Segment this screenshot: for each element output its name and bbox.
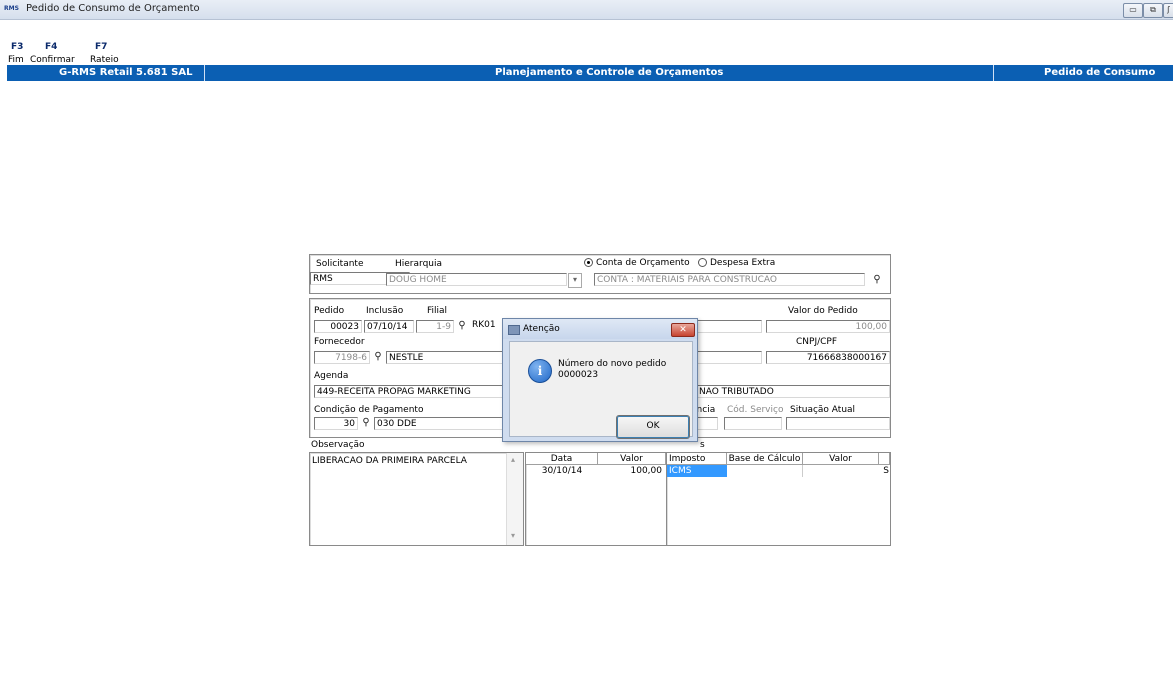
cod-servico-input[interactable] bbox=[724, 417, 782, 430]
filial-search-icon[interactable]: ⚲ bbox=[455, 319, 469, 332]
filial-name: RK01 bbox=[472, 320, 496, 330]
dialog-message-line2: 0000023 bbox=[558, 370, 599, 380]
hierarquia-label: Hierarquia bbox=[395, 259, 442, 269]
agenda-input[interactable]: 449-RECEITA PROPAG MARKETING bbox=[314, 385, 506, 398]
observacao-label: Observação bbox=[311, 440, 365, 450]
cnpj-input[interactable]: 71666838000167 bbox=[766, 351, 890, 364]
rateio-button[interactable]: Rateio bbox=[90, 55, 119, 65]
valor-pedido-input[interactable]: 100,00 bbox=[766, 320, 890, 333]
minimize-button[interactable]: ▭ bbox=[1123, 3, 1143, 18]
dialog-title: Atenção bbox=[523, 324, 560, 334]
dialog-title-bar[interactable]: Atenção ✕ bbox=[503, 319, 697, 339]
banner-version: G-RMS Retail 5.681 SAL bbox=[59, 67, 193, 78]
table-cell-extra[interactable]: S bbox=[879, 465, 889, 477]
table-cell-valor[interactable]: 100,00 bbox=[598, 465, 664, 477]
table-cell-data[interactable]: 30/10/14 bbox=[526, 465, 598, 477]
dialog-app-icon bbox=[508, 325, 520, 335]
app-logo-icon: RMS bbox=[4, 5, 19, 12]
impostos-label-fragment: s bbox=[700, 440, 705, 450]
restore-icon: ⧉ bbox=[1150, 5, 1156, 14]
hierarquia-dropdown-icon[interactable]: ▾ bbox=[568, 273, 582, 288]
table-cell-base[interactable] bbox=[727, 465, 803, 477]
radio-despesa-extra[interactable]: Despesa Extra bbox=[698, 258, 775, 268]
info-icon: i bbox=[528, 359, 552, 383]
f4-key[interactable]: F4 bbox=[45, 42, 57, 52]
col-header-valor-imposto[interactable]: Valor bbox=[803, 453, 879, 465]
inclusao-label: Inclusão bbox=[366, 306, 404, 316]
filial-code-input[interactable]: 1-9 bbox=[416, 320, 454, 333]
minimize-icon: ▭ bbox=[1129, 5, 1137, 14]
impostos-grid[interactable]: Imposto Base de Cálculo Valor ICMS S bbox=[666, 452, 891, 546]
scroll-up-icon[interactable]: ▴ bbox=[511, 455, 515, 464]
filial-label: Filial bbox=[427, 306, 448, 316]
condicao-search-icon[interactable]: ⚲ bbox=[359, 416, 373, 429]
window-title: Pedido de Consumo de Orçamento bbox=[26, 3, 200, 14]
observacao-scrollbar[interactable]: ▴ ▾ bbox=[506, 453, 523, 545]
banner-module: Planejamento e Controle de Orçamentos bbox=[495, 67, 724, 78]
radio-selected-icon bbox=[584, 258, 593, 267]
restore-button[interactable]: ⧉ bbox=[1143, 3, 1163, 18]
inclusao-input[interactable]: 07/10/14 bbox=[364, 320, 414, 333]
dialog-message-line1: Número do novo pedido bbox=[558, 359, 667, 369]
parcelas-grid[interactable]: Data Valor 30/10/14 100,00 bbox=[525, 452, 667, 546]
scroll-down-icon[interactable]: ▾ bbox=[511, 531, 515, 540]
col-header-data[interactable]: Data bbox=[526, 453, 598, 465]
blank-field-2[interactable] bbox=[696, 351, 762, 364]
window-title-bar[interactable]: RMS Pedido de Consumo de Orçamento ▭ ⧉ ʃ bbox=[0, 0, 1173, 20]
fornecedor-code-input[interactable]: 7198-6 bbox=[314, 351, 370, 364]
valor-pedido-label: Valor do Pedido bbox=[788, 306, 858, 316]
agenda-label: Agenda bbox=[314, 371, 349, 381]
pedido-input[interactable]: 00023 bbox=[314, 320, 362, 333]
ok-button[interactable]: OK bbox=[616, 415, 690, 439]
table-cell-valor-imposto[interactable] bbox=[803, 465, 879, 477]
solicitante-label: Solicitante bbox=[316, 259, 364, 269]
close-button[interactable]: ʃ bbox=[1163, 3, 1173, 18]
table-cell-imposto[interactable]: ICMS bbox=[667, 465, 727, 477]
dialog-close-button[interactable]: ✕ bbox=[671, 323, 695, 337]
binoculars-search-icon[interactable]: ⚲ bbox=[870, 273, 884, 286]
fim-button[interactable]: Fim bbox=[8, 55, 24, 65]
tributacao-input[interactable]: NAO TRIBUTADO bbox=[696, 385, 890, 398]
situacao-input[interactable] bbox=[786, 417, 890, 430]
cnpj-label: CNPJ/CPF bbox=[796, 337, 838, 347]
function-key-toolbar: F3 Fim F4 Confirmar F7 Rateio bbox=[0, 20, 300, 65]
request-header-panel: Solicitante RMS Hierarquia DOUG HOME ▾ C… bbox=[309, 254, 891, 294]
blank-field-1[interactable] bbox=[696, 320, 762, 333]
module-banner: G-RMS Retail 5.681 SAL Planejamento e Co… bbox=[7, 65, 1173, 81]
fornecedor-label: Fornecedor bbox=[314, 337, 365, 347]
col-header-base[interactable]: Base de Cálculo bbox=[727, 453, 803, 465]
radio-conta-orcamento[interactable]: Conta de Orçamento bbox=[584, 258, 690, 268]
observacao-text: LIBERACAO DA PRIMEIRA PARCELA bbox=[312, 456, 467, 466]
condicao-label: Condição de Pagamento bbox=[314, 405, 424, 415]
cod-servico-label: Cód. Serviço bbox=[727, 405, 784, 415]
close-icon: ʃ bbox=[1167, 5, 1170, 14]
f3-key[interactable]: F3 bbox=[11, 42, 23, 52]
banner-screen: Pedido de Consumo bbox=[1044, 67, 1156, 78]
situacao-label: Situação Atual bbox=[790, 405, 856, 415]
condicao-input[interactable]: 030 DDE bbox=[374, 417, 506, 430]
fornecedor-search-icon[interactable]: ⚲ bbox=[371, 350, 385, 363]
col-header-imposto[interactable]: Imposto bbox=[667, 453, 727, 465]
pedido-label: Pedido bbox=[314, 306, 345, 316]
confirmar-button[interactable]: Confirmar bbox=[30, 55, 75, 65]
hierarquia-select[interactable]: DOUG HOME bbox=[386, 273, 567, 286]
conta-input[interactable]: CONTA : MATERIAIS PARA CONSTRUCAO bbox=[594, 273, 865, 286]
close-icon: ✕ bbox=[679, 325, 687, 335]
condicao-code-input[interactable]: 30 bbox=[314, 417, 358, 430]
fornecedor-name-input[interactable]: NESTLE bbox=[386, 351, 506, 364]
col-header-valor[interactable]: Valor bbox=[598, 453, 666, 465]
observacao-textarea[interactable]: LIBERACAO DA PRIMEIRA PARCELA ▴ ▾ bbox=[309, 452, 524, 546]
atencao-dialog[interactable]: Atenção ✕ i Número do novo pedido 000002… bbox=[502, 318, 698, 442]
f7-key[interactable]: F7 bbox=[95, 42, 107, 52]
radio-unselected-icon bbox=[698, 258, 707, 267]
